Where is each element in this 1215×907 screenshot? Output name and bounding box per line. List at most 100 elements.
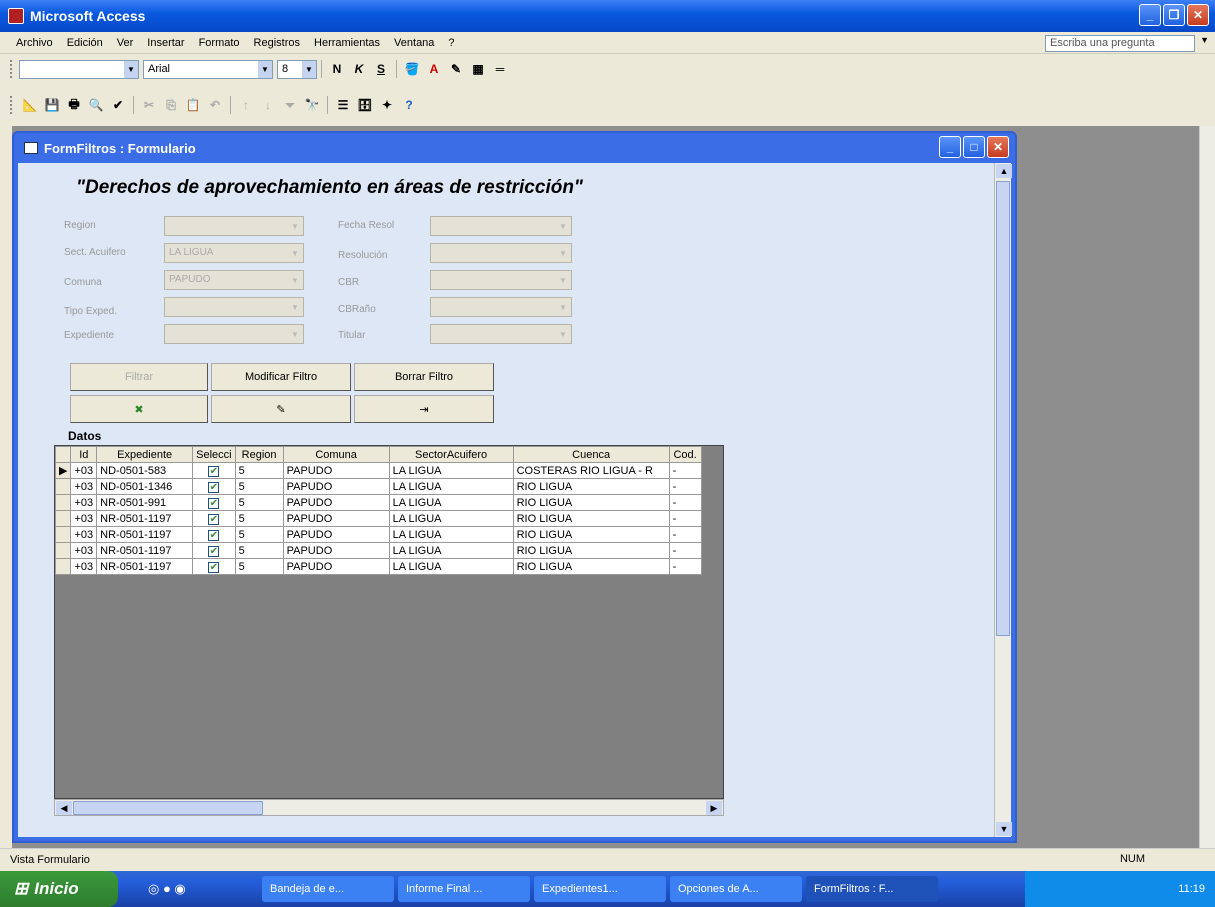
- export-excel-button[interactable]: ✖: [70, 395, 208, 423]
- table-cell[interactable]: RIO LIGUA: [512, 478, 670, 495]
- taskbar-item-informe[interactable]: Informe Final ...: [398, 876, 530, 902]
- find-icon[interactable]: 🔭: [303, 95, 321, 115]
- italic-button[interactable]: K: [350, 59, 368, 79]
- table-cell[interactable]: +03: [70, 494, 98, 511]
- column-header-comuna[interactable]: Comuna: [282, 446, 390, 463]
- form-maximize-button[interactable]: □: [963, 136, 985, 158]
- table-cell[interactable]: 5: [234, 526, 284, 543]
- scroll-left-icon[interactable]: ◀: [56, 801, 72, 815]
- line-width-icon[interactable]: ═: [491, 59, 509, 79]
- table-cell[interactable]: RIO LIGUA: [512, 510, 670, 527]
- scroll-up-icon[interactable]: ▲: [996, 164, 1012, 178]
- table-row[interactable]: +03 ND-0501-1346 ✔ 5 PAPUDO LA LIGUA RIO LIGUA…: [55, 478, 702, 495]
- menu-insertar[interactable]: Insertar: [147, 37, 184, 49]
- table-cell[interactable]: LA LIGUA: [388, 558, 514, 575]
- row-selector[interactable]: [55, 494, 72, 511]
- column-header-sectoracuifero[interactable]: SectorAcuifero: [388, 446, 514, 463]
- close-button[interactable]: ✕: [1187, 4, 1209, 26]
- cbrano-combo[interactable]: ▼: [430, 297, 572, 317]
- properties-icon[interactable]: ☰: [334, 95, 352, 115]
- column-header-cod[interactable]: Cod.: [668, 446, 702, 463]
- table-cell[interactable]: +03: [70, 558, 98, 575]
- save-icon[interactable]: 💾: [43, 95, 61, 115]
- form-vertical-scrollbar[interactable]: ▲ ▼: [994, 163, 1012, 837]
- form-scroll-thumb[interactable]: [996, 181, 1010, 636]
- copy-icon[interactable]: ⎘: [162, 95, 180, 115]
- menu-herramientas[interactable]: Herramientas: [314, 37, 380, 49]
- scroll-down-icon[interactable]: ▼: [996, 822, 1012, 836]
- column-header-cuenca[interactable]: Cuenca: [512, 446, 670, 463]
- table-cell[interactable]: -: [668, 510, 702, 527]
- paste-icon[interactable]: 📋: [184, 95, 202, 115]
- table-cell[interactable]: -: [668, 526, 702, 543]
- row-selector[interactable]: ▶: [55, 462, 72, 479]
- print-icon[interactable]: 🖶: [65, 95, 83, 115]
- table-cell[interactable]: ✔: [192, 510, 236, 527]
- sect-acuifero-combo[interactable]: LA LIGUA ▼: [164, 243, 304, 263]
- row-selector[interactable]: [55, 478, 72, 495]
- font-combo[interactable]: Arial ▼: [143, 59, 273, 79]
- region-combo[interactable]: ▼: [164, 216, 304, 236]
- table-cell[interactable]: ✔: [192, 526, 236, 543]
- column-header-region[interactable]: Region: [234, 446, 284, 463]
- toolbar-grip[interactable]: [10, 96, 13, 114]
- row-selector-header[interactable]: [55, 446, 72, 463]
- taskbar-item-bandeja[interactable]: Bandeja de e...: [262, 876, 394, 902]
- table-cell[interactable]: NR-0501-1197: [96, 558, 194, 575]
- print-preview-icon[interactable]: 🔍: [87, 95, 105, 115]
- menu-ver[interactable]: Ver: [117, 37, 134, 49]
- table-cell[interactable]: ✔: [192, 542, 236, 559]
- menu-formato[interactable]: Formato: [199, 37, 240, 49]
- table-cell[interactable]: +03: [70, 542, 98, 559]
- table-row[interactable]: +03 NR-0501-1197 ✔ 5 PAPUDO LA LIGUA RIO LIGUA…: [55, 558, 702, 575]
- table-cell[interactable]: -: [668, 494, 702, 511]
- table-cell[interactable]: PAPUDO: [282, 462, 390, 479]
- fecha-resol-combo[interactable]: ▼: [430, 216, 572, 236]
- table-cell[interactable]: PAPUDO: [282, 478, 390, 495]
- table-cell[interactable]: LA LIGUA: [388, 510, 514, 527]
- menu-ventana[interactable]: Ventana: [394, 37, 434, 49]
- table-cell[interactable]: 5: [234, 542, 284, 559]
- ask-question-input[interactable]: Escriba una pregunta: [1045, 35, 1195, 52]
- font-color-icon[interactable]: A: [425, 59, 443, 79]
- object-combo[interactable]: ▼: [19, 59, 139, 79]
- checkbox[interactable]: ✔: [208, 529, 220, 541]
- borrar-filtro-button[interactable]: Borrar Filtro: [354, 363, 494, 391]
- table-cell[interactable]: 5: [234, 510, 284, 527]
- table-cell[interactable]: ND-0501-1346: [96, 478, 194, 495]
- sort-desc-icon[interactable]: ↓: [259, 95, 277, 115]
- table-cell[interactable]: +03: [70, 478, 98, 495]
- column-header-expediente[interactable]: Expediente: [96, 446, 194, 463]
- table-cell[interactable]: LA LIGUA: [388, 494, 514, 511]
- table-row[interactable]: +03 NR-0501-1197 ✔ 5 PAPUDO LA LIGUA RIO LIGUA…: [55, 542, 702, 559]
- spelling-icon[interactable]: ✔: [109, 95, 127, 115]
- table-cell[interactable]: +03: [70, 510, 98, 527]
- table-cell[interactable]: +03: [70, 526, 98, 543]
- column-header-selecci[interactable]: Selecci: [192, 446, 236, 463]
- toolbar-grip[interactable]: [10, 60, 13, 78]
- comuna-combo[interactable]: PAPUDO ▼: [164, 270, 304, 290]
- table-cell[interactable]: COSTERAS RIO LIGUA - R: [512, 462, 670, 479]
- taskbar-item-expedientes[interactable]: Expedientes1...: [534, 876, 666, 902]
- table-cell[interactable]: -: [668, 558, 702, 575]
- column-header-id[interactable]: Id: [70, 446, 98, 463]
- table-cell[interactable]: 5: [234, 494, 284, 511]
- tipo-exped-combo[interactable]: ▼: [164, 297, 304, 317]
- form-close-button[interactable]: ✕: [987, 136, 1009, 158]
- table-cell[interactable]: LA LIGUA: [388, 462, 514, 479]
- table-cell[interactable]: 5: [234, 478, 284, 495]
- table-row[interactable]: +03 NR-0501-1197 ✔ 5 PAPUDO LA LIGUA RIO LIGUA…: [55, 510, 702, 527]
- table-cell[interactable]: PAPUDO: [282, 510, 390, 527]
- line-color-icon[interactable]: ✎: [447, 59, 465, 79]
- table-cell[interactable]: RIO LIGUA: [512, 542, 670, 559]
- table-cell[interactable]: NR-0501-1197: [96, 510, 194, 527]
- taskbar-item-formfiltros[interactable]: FormFiltros : F...: [806, 876, 938, 902]
- checkbox[interactable]: ✔: [208, 497, 220, 509]
- table-cell[interactable]: ✔: [192, 478, 236, 495]
- table-cell[interactable]: ✔: [192, 494, 236, 511]
- table-cell[interactable]: ✔: [192, 558, 236, 575]
- table-row[interactable]: ▶ +03 ND-0501-583 ✔ 5 PAPUDO LA LIGUA COSTERAS …: [55, 462, 702, 479]
- table-cell[interactable]: PAPUDO: [282, 526, 390, 543]
- row-selector[interactable]: [55, 558, 72, 575]
- taskbar-item-opciones[interactable]: Opciones de A...: [670, 876, 802, 902]
